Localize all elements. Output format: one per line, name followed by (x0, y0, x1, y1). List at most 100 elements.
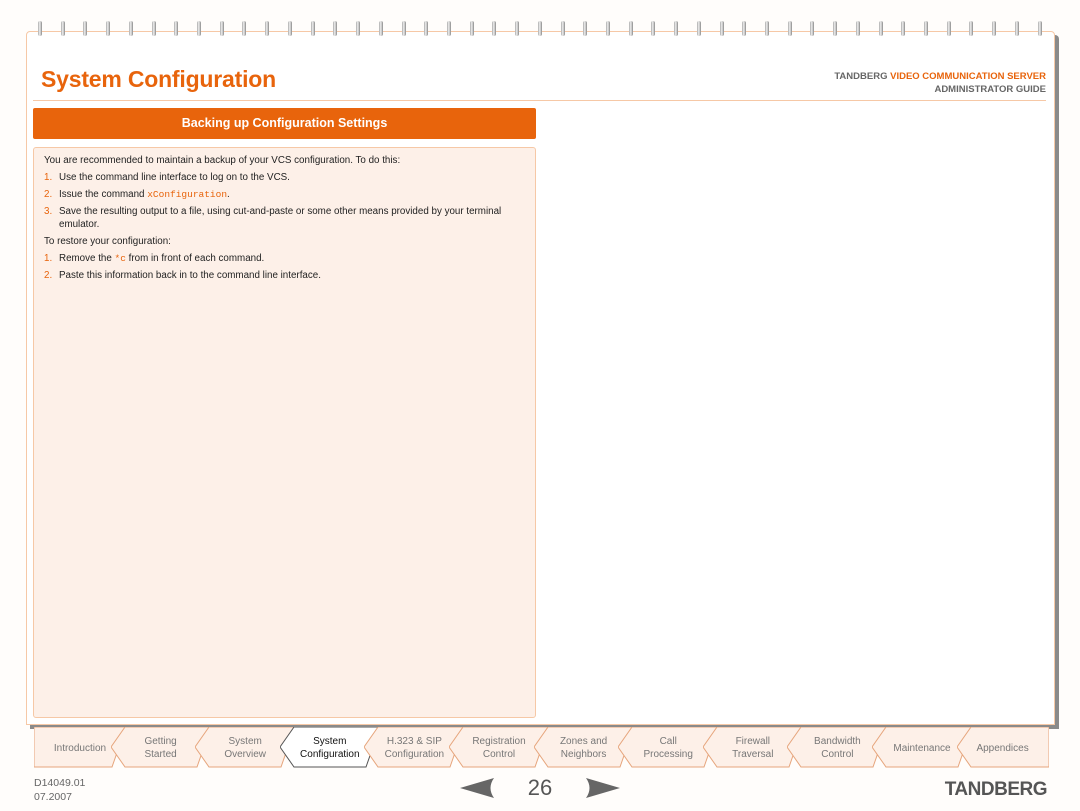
spiral-ring (560, 21, 565, 36)
spiral-ring (60, 21, 65, 36)
tab-label-line1: Call (659, 736, 677, 747)
spiral-ring (833, 21, 838, 36)
tab-label: Zones and Neighbors (560, 735, 607, 761)
spiral-ring (855, 21, 860, 36)
tab-label-line2: Control (821, 749, 854, 760)
step-number: 1. (44, 253, 53, 264)
spiral-ring (401, 21, 406, 36)
tab-label-line1: Maintenance (893, 742, 951, 754)
restore-steps-list: 1. Remove the *c from in front of each c… (44, 252, 525, 282)
document-date: 07.2007 (34, 791, 72, 803)
spiral-ring (992, 21, 997, 36)
brand-prefix: TANDBERG (834, 71, 888, 82)
tab-label-line1: Firewall (735, 736, 771, 747)
tab-appendices[interactable]: Appendices (956, 727, 1049, 769)
spiral-ring (242, 21, 247, 36)
step-text: Use the command line interface to log on… (59, 172, 290, 183)
step-number: 3. (44, 206, 53, 217)
spiral-ring (287, 21, 292, 36)
spiral-ring (219, 21, 224, 36)
spiral-ring (878, 21, 883, 36)
tab-label-line2: Processing (643, 749, 693, 760)
spiral-ring (378, 21, 383, 36)
command-code: *c (114, 253, 126, 264)
tab-label-line1: Introduction (53, 742, 107, 754)
spiral-ring (446, 21, 451, 36)
tab-label-line1: Getting (144, 736, 177, 747)
spiral-ring (83, 21, 88, 36)
spiral-ring (174, 21, 179, 36)
tab-label: Appendices (976, 742, 1028, 755)
step-text: Paste this information back in to the co… (59, 270, 321, 281)
backup-steps-list: 1. Use the command line interface to log… (44, 171, 525, 231)
spiral-ring (310, 21, 315, 36)
tab-label: Firewall Traversal (732, 735, 773, 761)
step-text: Issue the command (59, 189, 148, 200)
tab-label-line2: Overview (224, 749, 267, 760)
spiral-binding (30, 21, 1050, 37)
spiral-ring (924, 21, 929, 36)
document-id: D14049.01 (34, 777, 86, 789)
list-item: 3. Save the resulting output to a file, … (44, 205, 525, 231)
chapter-tabs: Introduction Getting Started System Overview… (34, 727, 1049, 769)
tab-label: Maintenance (893, 742, 950, 755)
spiral-ring (356, 21, 361, 36)
spiral-ring (515, 21, 520, 36)
step-text: Remove the (59, 253, 115, 264)
tab-label-line2: Configuration (384, 749, 445, 760)
brand-header: TANDBERG VIDEO COMMUNICATION SERVER ADMI… (834, 70, 1046, 96)
tandberg-logo: TANDBERG (944, 779, 1048, 800)
spiral-ring (969, 21, 974, 36)
spiral-ring (265, 21, 270, 36)
tab-label-line1: H.323 & SIP (386, 736, 442, 747)
spiral-ring (674, 21, 679, 36)
tab-label-line2: Started (144, 749, 177, 760)
tab-label-line1: Registration (472, 736, 526, 747)
tab-label: Registration Control (472, 735, 525, 761)
section-title: Backing up Configuration Settings (33, 108, 536, 139)
spiral-ring (1014, 21, 1019, 36)
step-number: 2. (44, 270, 53, 281)
section-content: You are recommended to maintain a backup… (33, 147, 536, 718)
tab-label: H.323 & SIP Configuration (385, 735, 444, 761)
list-item: 1. Remove the *c from in front of each c… (44, 252, 525, 265)
spiral-ring (106, 21, 111, 36)
tab-label-line2: Neighbors (560, 749, 607, 760)
spiral-ring (424, 21, 429, 36)
tab-label: System Configuration (300, 735, 359, 761)
tab-label: System Overview (224, 735, 266, 761)
spiral-ring (628, 21, 633, 36)
tab-label: Introduction (54, 742, 106, 755)
step-number: 2. (44, 189, 53, 200)
step-number: 1. (44, 172, 53, 183)
spiral-ring (492, 21, 497, 36)
document-info: D14049.01 07.2007 (34, 776, 85, 804)
arrow-right-icon[interactable] (586, 778, 620, 798)
page-navigation: 26 (460, 775, 620, 801)
tab-label: Getting Started (144, 735, 176, 761)
spiral-ring (583, 21, 588, 36)
tab-label: Bandwidth Control (814, 735, 861, 761)
list-item: 1. Use the command line interface to log… (44, 171, 525, 184)
spiral-ring (128, 21, 133, 36)
header-divider (33, 100, 1046, 101)
spiral-ring (742, 21, 747, 36)
spiral-ring (605, 21, 610, 36)
spiral-ring (810, 21, 815, 36)
step-text-end: from in front of each command. (125, 253, 265, 264)
tab-label-line1: Zones and (559, 736, 608, 747)
spiral-ring (651, 21, 656, 36)
tab-label-line1: Appendices (976, 742, 1029, 754)
step-text: Save the resulting output to a file, usi… (59, 206, 502, 230)
page-title: System Configuration (41, 66, 276, 92)
spiral-ring (38, 21, 42, 36)
spiral-ring (469, 21, 474, 36)
spiral-ring (901, 21, 906, 36)
spiral-ring (696, 21, 701, 36)
spiral-ring (787, 21, 792, 36)
list-item: 2. Paste this information back in to the… (44, 269, 525, 282)
spiral-ring (537, 21, 542, 36)
step-text-end: . (227, 189, 230, 200)
list-item: 2. Issue the command xConfiguration. (44, 188, 525, 201)
tab-label-line2: Traversal (732, 749, 774, 760)
